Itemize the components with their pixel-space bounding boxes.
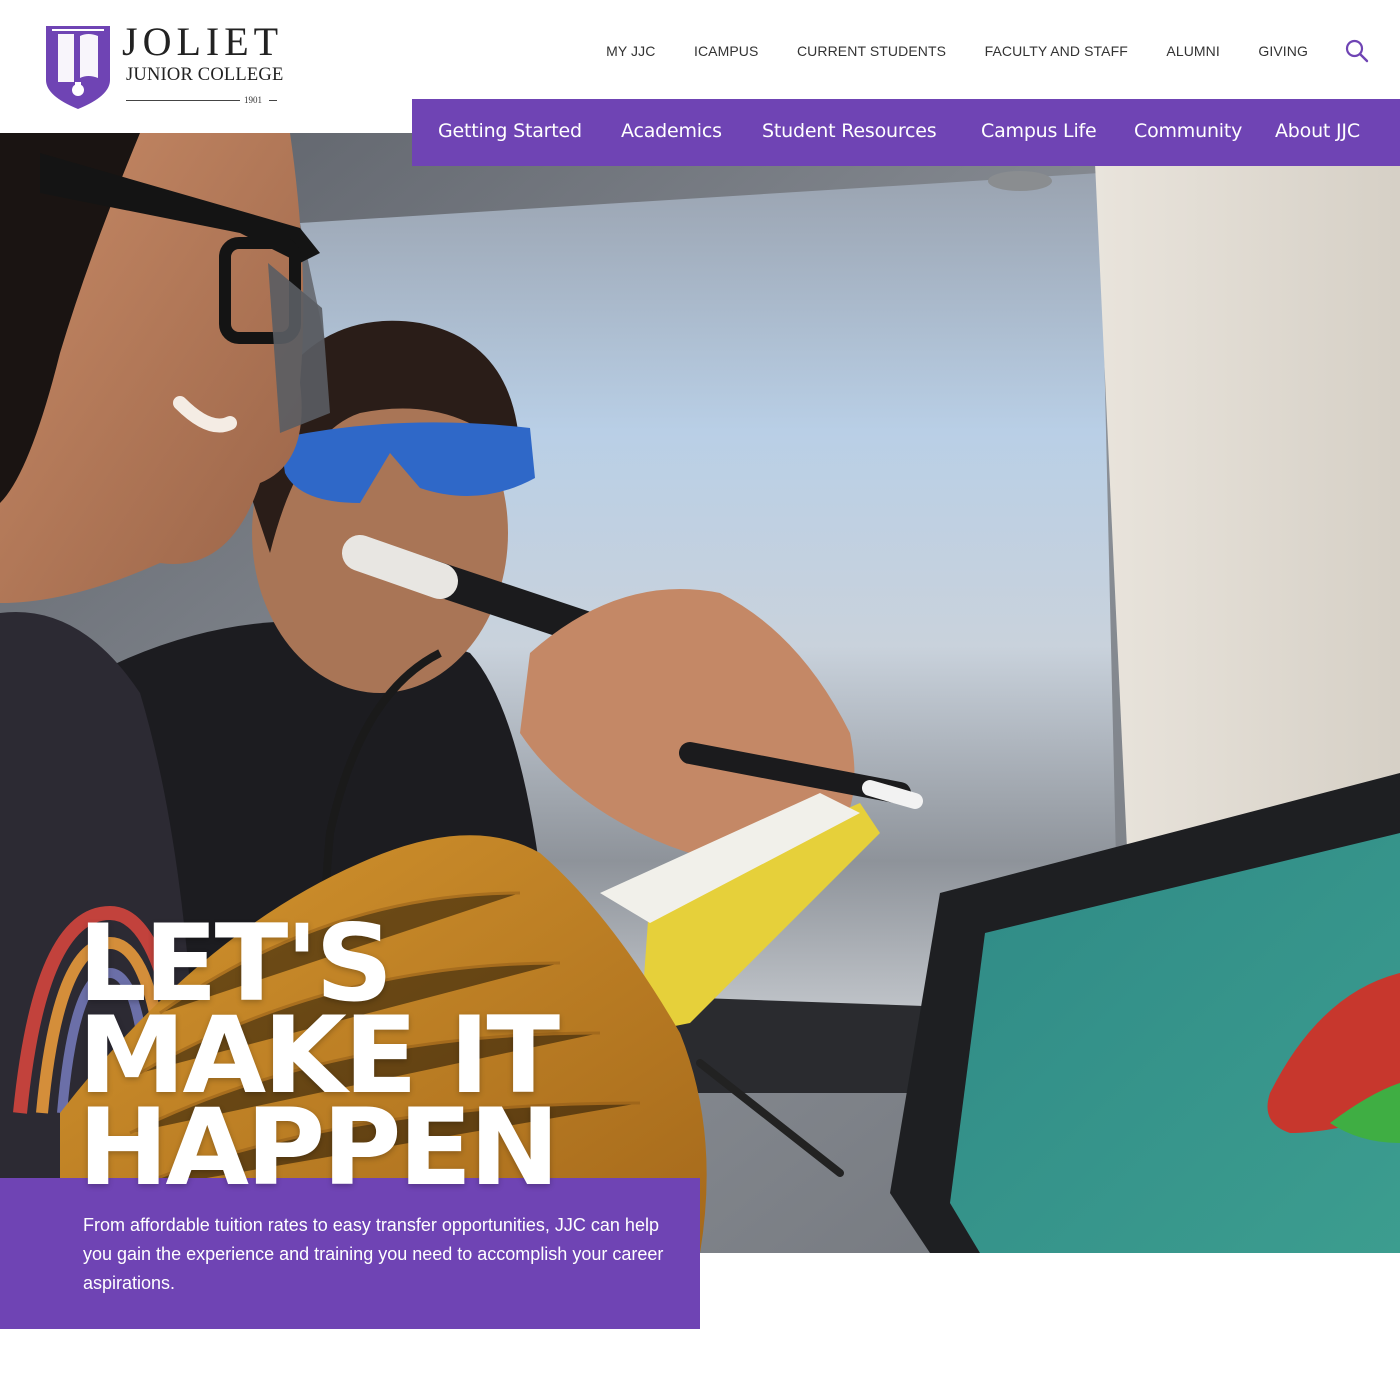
main-nav-campus-life[interactable]: Campus Life: [981, 119, 1097, 143]
utility-link-current-students[interactable]: CURRENT STUDENTS: [797, 41, 946, 61]
hero-headline-line3: HAPPEN: [78, 1086, 560, 1209]
jjc-wordmark: JOLIET JUNIOR COLLEGE 1901: [122, 19, 294, 106]
main-nav: Getting Started Academics Student Resour…: [412, 99, 1400, 166]
main-nav-community[interactable]: Community: [1134, 119, 1242, 143]
logo-year: 1901: [244, 95, 262, 105]
jjc-logo-link[interactable]: JOLIET JUNIOR COLLEGE 1901: [44, 19, 294, 114]
logo-name-line2: JUNIOR COLLEGE: [126, 65, 284, 85]
logo-name-line1: JOLIET: [122, 19, 284, 64]
logo-divider: 1901: [126, 94, 277, 106]
utility-nav: MY JJC ICAMPUS CURRENT STUDENTS FACULTY …: [606, 38, 1370, 64]
main-nav-about-jjc[interactable]: About JJC: [1275, 119, 1360, 143]
utility-link-my-jjc[interactable]: MY JJC: [606, 41, 655, 61]
jjc-shield-logo-icon: [46, 26, 110, 109]
main-nav-getting-started[interactable]: Getting Started: [438, 119, 582, 143]
utility-link-faculty-and-staff[interactable]: FACULTY AND STAFF: [985, 41, 1128, 61]
main-nav-student-resources[interactable]: Student Resources: [762, 119, 937, 143]
utility-link-giving[interactable]: GIVING: [1258, 41, 1308, 61]
search-icon[interactable]: [1344, 38, 1370, 64]
hero-headline: LET'S MAKE IT HAPPEN: [78, 911, 560, 1201]
utility-link-alumni[interactable]: ALUMNI: [1166, 41, 1220, 61]
utility-link-icampus[interactable]: ICAMPUS: [694, 41, 759, 61]
main-nav-academics[interactable]: Academics: [621, 119, 722, 143]
hero-callout-text: From affordable tuition rates to easy tr…: [83, 1215, 664, 1293]
